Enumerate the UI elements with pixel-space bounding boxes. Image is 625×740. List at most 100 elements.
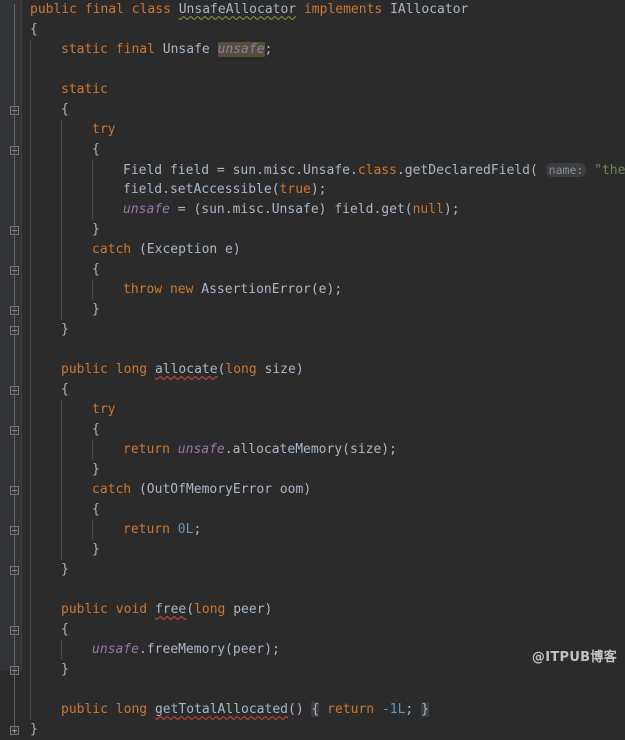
code-token: -1L <box>381 702 406 717</box>
code-line-text: unsafe = (sun.misc.Unsafe) field.get(nul… <box>30 202 460 217</box>
code-line-text: { <box>30 262 100 277</box>
code-token: } <box>92 222 100 237</box>
indent-guide <box>30 680 31 700</box>
code-line[interactable]: public long getTotalAllocated() { return… <box>22 700 625 720</box>
code-line[interactable]: { <box>22 100 625 120</box>
code-line[interactable]: return unsafe.allocateMemory(size); <box>22 440 625 460</box>
code-line-text: { <box>30 502 100 517</box>
indent-guide <box>30 80 31 100</box>
code-line[interactable]: try <box>22 120 625 140</box>
code-line-text: { <box>30 142 100 157</box>
code-line[interactable] <box>22 680 625 700</box>
code-token: field = sun.misc.Unsafe <box>162 163 350 178</box>
code-token: } <box>92 542 100 557</box>
code-line[interactable]: } <box>22 720 625 740</box>
code-line[interactable]: { <box>22 380 625 400</box>
code-line[interactable] <box>22 60 625 80</box>
code-token: static <box>61 42 108 57</box>
code-line[interactable]: } <box>22 540 625 560</box>
code-line[interactable]: field.setAccessible(true); <box>22 180 625 200</box>
indent-guide <box>30 380 31 400</box>
code-line[interactable]: } <box>22 300 625 320</box>
code-token: final <box>115 42 155 57</box>
code-token: { <box>92 502 100 517</box>
indent-guide <box>30 100 31 120</box>
code-line[interactable]: { <box>22 260 625 280</box>
code-line[interactable]: public final class UnsafeAllocator imple… <box>22 0 625 20</box>
indent-guide <box>61 540 62 560</box>
code-token: ( <box>186 602 195 617</box>
code-token: () <box>288 702 304 717</box>
code-line[interactable]: public long allocate(long size) <box>22 360 625 380</box>
code-line[interactable]: return 0L; <box>22 520 625 540</box>
code-token: { <box>61 102 69 117</box>
code-line[interactable]: static <box>22 80 625 100</box>
indent-guide <box>61 300 62 320</box>
code-token: (OutOfMemoryError oom) <box>131 482 312 497</box>
code-token: long <box>194 602 226 617</box>
code-line-text: public long allocate(long size) <box>30 362 304 377</box>
code-token: implements <box>303 2 383 17</box>
code-line[interactable]: } <box>22 320 625 340</box>
code-line[interactable]: } <box>22 460 625 480</box>
indent-guide <box>61 420 62 440</box>
code-token: AssertionError(e); <box>201 282 343 297</box>
code-line[interactable]: } <box>22 220 625 240</box>
indent-guide <box>30 400 31 420</box>
code-line[interactable]: { <box>22 20 625 40</box>
code-token: unsafe <box>92 642 139 657</box>
code-content[interactable]: public final class UnsafeAllocator imple… <box>22 0 625 737</box>
code-token: public <box>61 602 108 617</box>
code-editor[interactable]: public final class UnsafeAllocator imple… <box>0 0 625 737</box>
indent-guide <box>30 440 31 460</box>
indent-guide <box>92 180 93 200</box>
indent-guide <box>92 440 93 460</box>
fold-rail-top <box>14 4 15 110</box>
code-token: public <box>30 2 77 17</box>
code-line[interactable]: static final Unsafe unsafe; <box>22 40 625 60</box>
code-line-text: catch (OutOfMemoryError oom) <box>30 482 311 497</box>
code-line[interactable]: { <box>22 420 625 440</box>
code-line[interactable]: { <box>22 500 625 520</box>
code-line-text: } <box>30 222 100 237</box>
code-line[interactable]: { <box>22 620 625 640</box>
code-line[interactable]: try <box>22 400 625 420</box>
code-line[interactable]: catch (Exception e) <box>22 240 625 260</box>
code-token: field.setAccessible( <box>123 182 280 197</box>
indent-guide <box>30 560 31 580</box>
code-token: long <box>225 362 257 377</box>
editor-gutter[interactable] <box>0 0 22 735</box>
code-line[interactable] <box>22 580 625 600</box>
code-line[interactable]: } <box>22 560 625 580</box>
code-line[interactable]: catch (OutOfMemoryError oom) <box>22 480 625 500</box>
code-token: } <box>61 662 69 677</box>
indent-guide <box>30 60 31 80</box>
code-line[interactable]: unsafe = (sun.misc.Unsafe) field.get(nul… <box>22 200 625 220</box>
code-token: peer) <box>225 602 273 617</box>
code-token: ); <box>443 202 460 217</box>
watermark: @ITPUB博客 <box>531 650 617 665</box>
indent-guide <box>92 280 93 300</box>
code-token: name: <box>545 163 587 177</box>
code-line-text: { <box>30 22 38 37</box>
code-line[interactable]: Field field = sun.misc.Unsafe.class.getD… <box>22 160 625 180</box>
code-line-text: public final class UnsafeAllocator imple… <box>30 2 468 17</box>
indent-guide <box>92 520 93 540</box>
code-line[interactable]: { <box>22 140 625 160</box>
indent-guide <box>30 520 31 540</box>
code-token: ; <box>405 702 414 717</box>
code-line[interactable]: public void free(long peer) <box>22 600 625 620</box>
code-line[interactable]: throw new AssertionError(e); <box>22 280 625 300</box>
code-token: Unsafe <box>162 42 210 57</box>
code-line[interactable] <box>22 340 625 360</box>
